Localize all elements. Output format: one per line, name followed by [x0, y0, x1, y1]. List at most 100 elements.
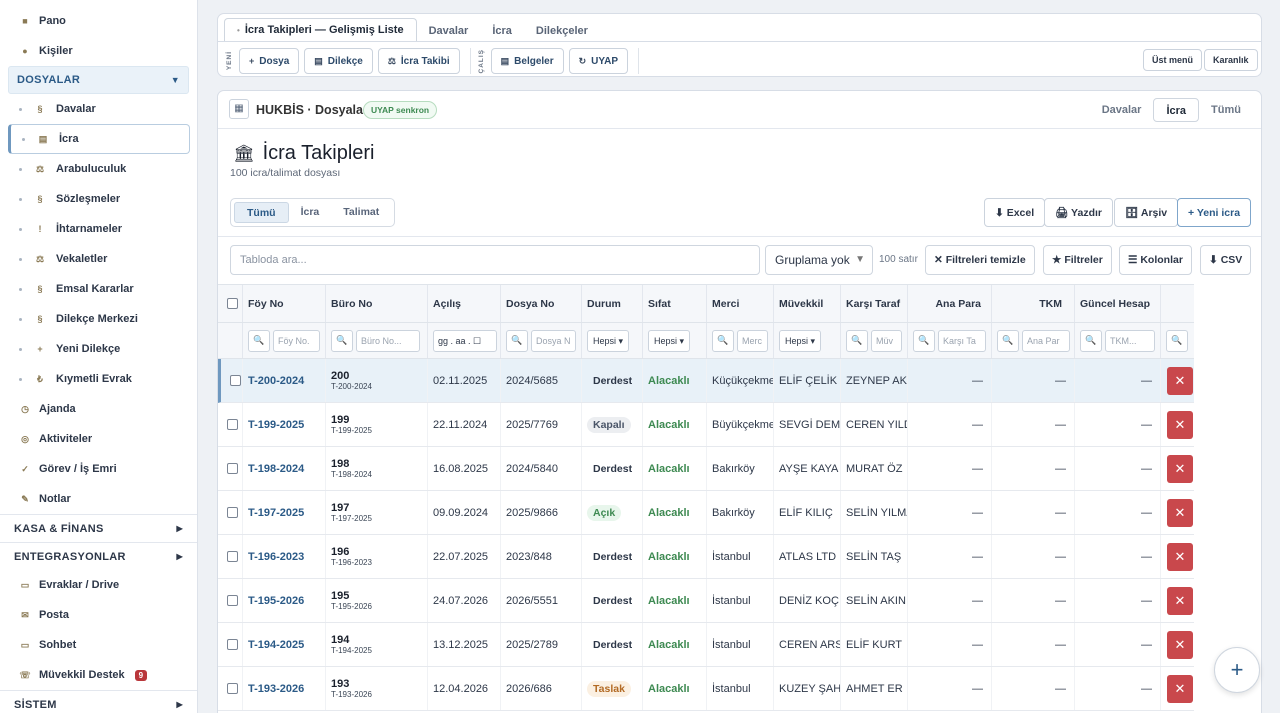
sidebar-section-dosyalar[interactable]: DOSYALAR ▼ [8, 66, 189, 94]
col-tkm[interactable]: TKM [992, 285, 1075, 322]
sidebar-item-gorev[interactable]: ✓ Görev / İş Emri [0, 454, 197, 484]
search-icon[interactable]: 🔍 [846, 329, 868, 352]
row-checkbox[interactable] [227, 507, 238, 518]
filters-button[interactable]: ★ Filtreler [1043, 245, 1112, 275]
search-icon[interactable]: 🔍 [997, 329, 1019, 352]
foy-link[interactable]: T-198-2024 [248, 463, 304, 475]
sidebar-item-sohbet[interactable]: ▭ Sohbet [0, 630, 197, 660]
col-sifat[interactable]: Sıfat [643, 285, 707, 322]
row-checkbox[interactable] [227, 639, 238, 650]
search-icon[interactable]: 🔍 [506, 329, 528, 352]
table-row[interactable]: T-200-2024 200 T-200-2024 02.11.2025 2024/56… [218, 359, 1194, 403]
foy-link[interactable]: T-200-2024 [248, 375, 304, 387]
sidebar-item-aktiviteler[interactable]: ◎ Aktiviteler [0, 424, 197, 454]
row-checkbox[interactable] [230, 375, 241, 386]
sidebar-item-ihtarnameler[interactable]: ! İhtarnameler [0, 214, 197, 244]
table-row[interactable]: T-196-2023 196 T-196-2023 22.07.2025 2023/84… [218, 535, 1194, 579]
csv-button[interactable]: ⬇ CSV [1200, 245, 1252, 275]
sidebar-item-sozlesmeler[interactable]: § Sözleşmeler [0, 184, 197, 214]
delete-icon[interactable]: ✕ [1167, 366, 1193, 395]
archive-button[interactable]: 🗄 Arşiv [1114, 198, 1179, 227]
delete-icon[interactable]: ✕ [1167, 630, 1193, 659]
tab-dilekceler[interactable]: Dilekçeler [524, 20, 600, 42]
table-row[interactable]: T-193-2026 193 T-193-2026 12.04.2026 2026/68… [218, 667, 1194, 711]
sidebar-item-yeni-dilekce[interactable]: + Yeni Dilekçe [0, 334, 197, 364]
new-dosya-button[interactable]: + Dosya [239, 48, 300, 74]
grouping-select[interactable]: Gruplama yok ▼ [765, 245, 873, 275]
clear-filters-button[interactable]: ✕ Filtreleri temizle [925, 245, 1035, 275]
filter-guncel-input[interactable]: TKM... [1105, 329, 1155, 352]
col-acilis[interactable]: Açılış [428, 285, 501, 322]
col-foy-no[interactable]: Föy No [243, 285, 326, 322]
delete-icon[interactable]: ✕ [1167, 674, 1193, 703]
sidebar-item-muvekkil-destek[interactable]: ☏ Müvekkil Destek 9 [0, 660, 197, 690]
sidebar-item-dilekce-merkezi[interactable]: § Dilekçe Merkezi [0, 304, 197, 334]
row-checkbox[interactable] [227, 551, 238, 562]
filter-sifat-select[interactable]: Hepsi ▾ [648, 329, 691, 352]
table-row[interactable]: T-198-2024 198 T-198-2024 16.08.2025 2024/58… [218, 447, 1194, 491]
sidebar-item-kisiler[interactable]: ● Kişiler [0, 36, 197, 66]
filter-durum-select[interactable]: Hepsi ▾ [587, 329, 630, 352]
table-row[interactable]: T-197-2025 197 T-197-2025 09.09.2024 2025/98… [218, 491, 1194, 535]
row-checkbox[interactable] [227, 595, 238, 606]
delete-icon[interactable]: ✕ [1167, 542, 1193, 571]
dark-mode-button[interactable]: Karanlık [1204, 49, 1258, 71]
scope-davalar[interactable]: Davalar [1090, 98, 1154, 122]
foy-link[interactable]: T-196-2023 [248, 551, 304, 563]
delete-icon[interactable]: ✕ [1167, 410, 1193, 439]
table-row[interactable]: T-195-2026 195 T-195-2026 24.07.2026 2026/55… [218, 579, 1194, 623]
tab-icra[interactable]: İcra [480, 20, 524, 42]
search-icon[interactable]: 🔍 [1080, 329, 1102, 352]
sidebar-item-kiymetli-evrak[interactable]: ₺ Kıymetli Evrak [0, 364, 197, 394]
sidebar-item-posta[interactable]: ✉ Posta [0, 600, 197, 630]
col-dosya-no[interactable]: Dosya No [501, 285, 582, 322]
filter-dosya-input[interactable]: Dosya N [531, 329, 576, 352]
foy-link[interactable]: T-193-2026 [248, 683, 304, 695]
sidebar-item-icra[interactable]: ▤ İcra [8, 124, 190, 154]
sidebar-item-notlar[interactable]: ✎ Notlar [0, 484, 197, 514]
sidebar-section-kasa[interactable]: KASA & FİNANS ▶ [0, 514, 197, 542]
filter-date-input[interactable]: gg . aa . ☐ [433, 329, 497, 352]
search-icon[interactable]: 🔍 [1166, 329, 1188, 352]
sidebar-item-pano[interactable]: ■ Pano [0, 6, 197, 36]
search-icon[interactable]: 🔍 [248, 329, 270, 352]
sidebar-item-ajanda[interactable]: ◷ Ajanda [0, 394, 197, 424]
sidebar-item-emsal-kararlar[interactable]: § Emsal Kararlar [0, 274, 197, 304]
col-ana-para[interactable]: Ana Para [908, 285, 992, 322]
uyap-button[interactable]: ↻ UYAP [568, 48, 629, 74]
foy-link[interactable]: T-197-2025 [248, 507, 304, 519]
belgeler-button[interactable]: ▤ Belgeler [490, 48, 564, 74]
search-icon[interactable]: 🔍 [331, 329, 353, 352]
scope-tumu[interactable]: Tümü [1199, 98, 1253, 122]
delete-icon[interactable]: ✕ [1167, 498, 1193, 527]
sidebar-item-davalar[interactable]: § Davalar [0, 94, 197, 124]
table-row[interactable]: T-199-2025 199 T-199-2025 22.11.2024 2025/77… [218, 403, 1194, 447]
foy-link[interactable]: T-194-2025 [248, 639, 304, 651]
grid-icon[interactable]: ▦ [229, 99, 249, 119]
row-checkbox[interactable] [227, 419, 238, 430]
col-buro-no[interactable]: Büro No [326, 285, 428, 322]
new-dilekce-button[interactable]: ▤ Dilekçe [304, 48, 373, 74]
filter-karsi-input[interactable]: Müv [871, 329, 902, 352]
columns-button[interactable]: ☰ Kolonlar [1119, 245, 1192, 275]
table-row[interactable]: T-194-2025 194 T-194-2025 13.12.2025 2025/27… [218, 623, 1194, 667]
tab-davalar[interactable]: Davalar [417, 20, 481, 42]
filter-buro-input[interactable]: Büro No... [356, 329, 420, 352]
tab-icra-takipleri[interactable]: • İcra Takipleri — Gelişmiş Liste [224, 18, 417, 42]
filter-tkm-input[interactable]: Ana Par [1022, 329, 1070, 352]
sidebar-item-vekaletler[interactable]: ⚖ Vekaletler [0, 244, 197, 274]
filter-ana-input[interactable]: Karşı Ta [938, 329, 986, 352]
delete-icon[interactable]: ✕ [1167, 454, 1193, 483]
filter-icra[interactable]: İcra [289, 202, 332, 223]
delete-icon[interactable]: ✕ [1167, 586, 1193, 615]
filter-talimat[interactable]: Talimat [331, 202, 391, 223]
col-guncel-hesap[interactable]: Güncel Hesap [1075, 285, 1161, 322]
table-search-input[interactable]: Tabloda ara... [230, 245, 760, 275]
search-icon[interactable]: 🔍 [712, 329, 734, 352]
add-fab-button[interactable]: + [1214, 647, 1260, 693]
filter-tumu[interactable]: Tümü [234, 202, 289, 223]
sidebar-item-evraklar[interactable]: ▭ Evraklar / Drive [0, 570, 197, 600]
new-icra-button[interactable]: + Yeni icra [1177, 198, 1252, 227]
ust-menu-button[interactable]: Üst menü [1143, 49, 1203, 71]
row-checkbox[interactable] [227, 683, 238, 694]
